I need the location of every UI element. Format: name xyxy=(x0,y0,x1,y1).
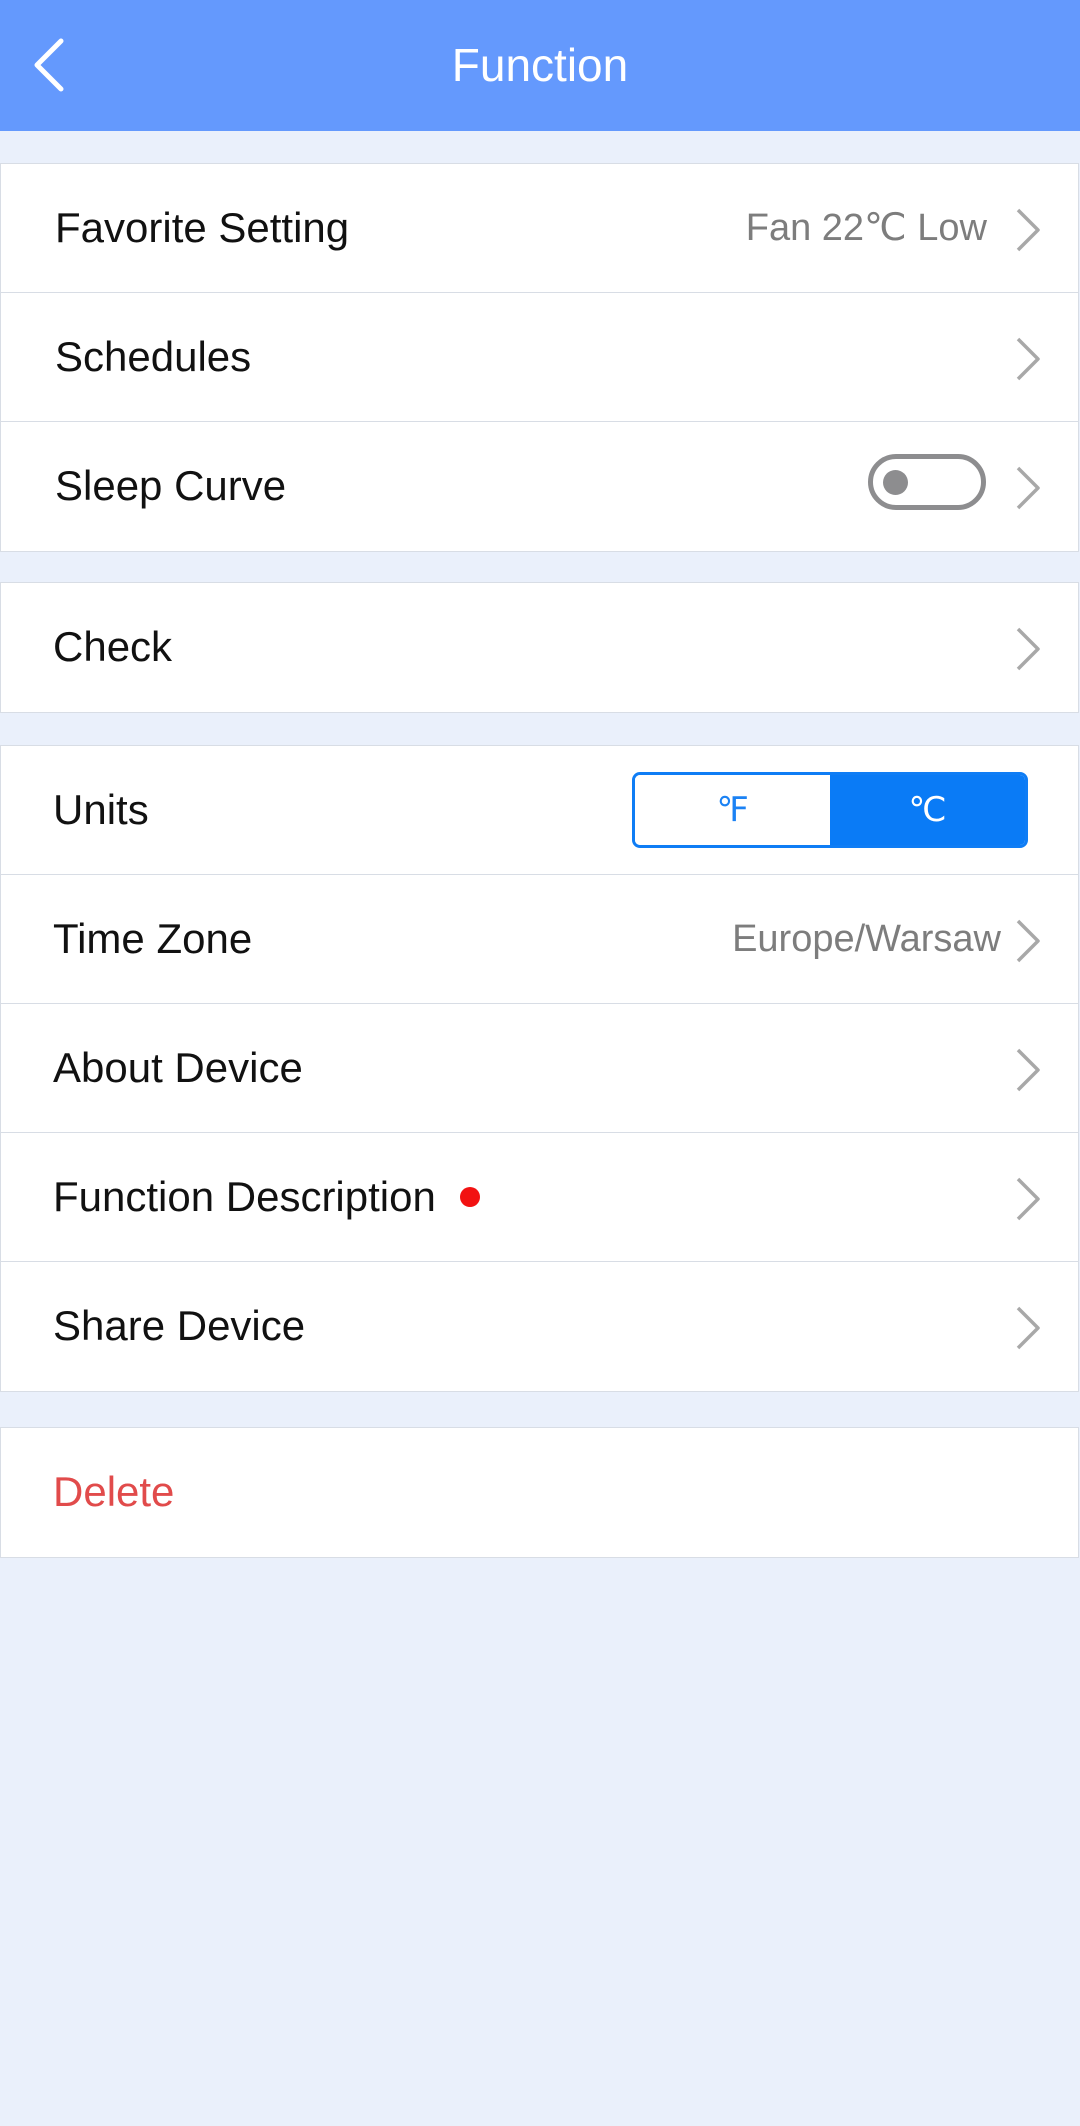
toggle-knob xyxy=(883,470,908,495)
favorite-setting-value: Fan 22℃ Low xyxy=(745,207,987,249)
settings-group-main: Favorite Setting Fan 22℃ Low Schedules S… xyxy=(0,163,1079,552)
settings-group-device: Units ℉ ℃ Time Zone Europe/Warsaw About … xyxy=(0,745,1079,1392)
page-title: Function xyxy=(451,39,629,91)
sleep-curve-toggle[interactable] xyxy=(868,454,986,510)
about-device-row[interactable]: About Device xyxy=(1,1004,1078,1133)
function-description-row[interactable]: Function Description xyxy=(1,1133,1078,1262)
chevron-right-icon xyxy=(1016,208,1040,252)
delete-row[interactable]: Delete xyxy=(1,1428,1078,1557)
top-app-bar: Function xyxy=(0,0,1080,131)
share-device-label: Share Device xyxy=(53,1302,306,1349)
time-zone-row[interactable]: Time Zone Europe/Warsaw xyxy=(1,875,1078,1004)
fahrenheit-option[interactable]: ℉ xyxy=(635,775,830,845)
settings-group-check: Check xyxy=(0,582,1079,713)
units-row: Units ℉ ℃ xyxy=(1,746,1078,875)
chevron-right-icon xyxy=(1016,1177,1040,1221)
check-row[interactable]: Check xyxy=(1,583,1078,712)
share-device-row[interactable]: Share Device xyxy=(1,1262,1078,1391)
new-badge-dot xyxy=(460,1187,480,1207)
check-label: Check xyxy=(53,623,173,670)
delete-button[interactable]: Delete xyxy=(53,1428,174,1556)
schedules-label: Schedules xyxy=(55,333,252,380)
schedules-row[interactable]: Schedules xyxy=(1,293,1078,422)
celsius-option[interactable]: ℃ xyxy=(830,775,1025,845)
favorite-setting-row[interactable]: Favorite Setting Fan 22℃ Low xyxy=(1,164,1078,293)
chevron-right-icon xyxy=(1016,337,1040,381)
chevron-right-icon xyxy=(1016,919,1040,963)
chevron-right-icon xyxy=(1016,1306,1040,1350)
about-device-label: About Device xyxy=(53,1044,303,1091)
settings-group-delete: Delete xyxy=(0,1427,1079,1558)
chevron-right-icon xyxy=(1016,1048,1040,1092)
time-zone-value: Europe/Warsaw xyxy=(732,918,1001,960)
favorite-setting-label: Favorite Setting xyxy=(55,204,350,251)
units-label: Units xyxy=(53,786,149,833)
units-segmented-control: ℉ ℃ xyxy=(632,772,1028,848)
chevron-right-icon xyxy=(1016,627,1040,671)
time-zone-label: Time Zone xyxy=(53,915,253,962)
sleep-curve-row[interactable]: Sleep Curve xyxy=(1,422,1078,551)
sleep-curve-label: Sleep Curve xyxy=(55,462,287,509)
function-description-label: Function Description xyxy=(53,1173,436,1220)
chevron-right-icon xyxy=(1016,466,1040,510)
